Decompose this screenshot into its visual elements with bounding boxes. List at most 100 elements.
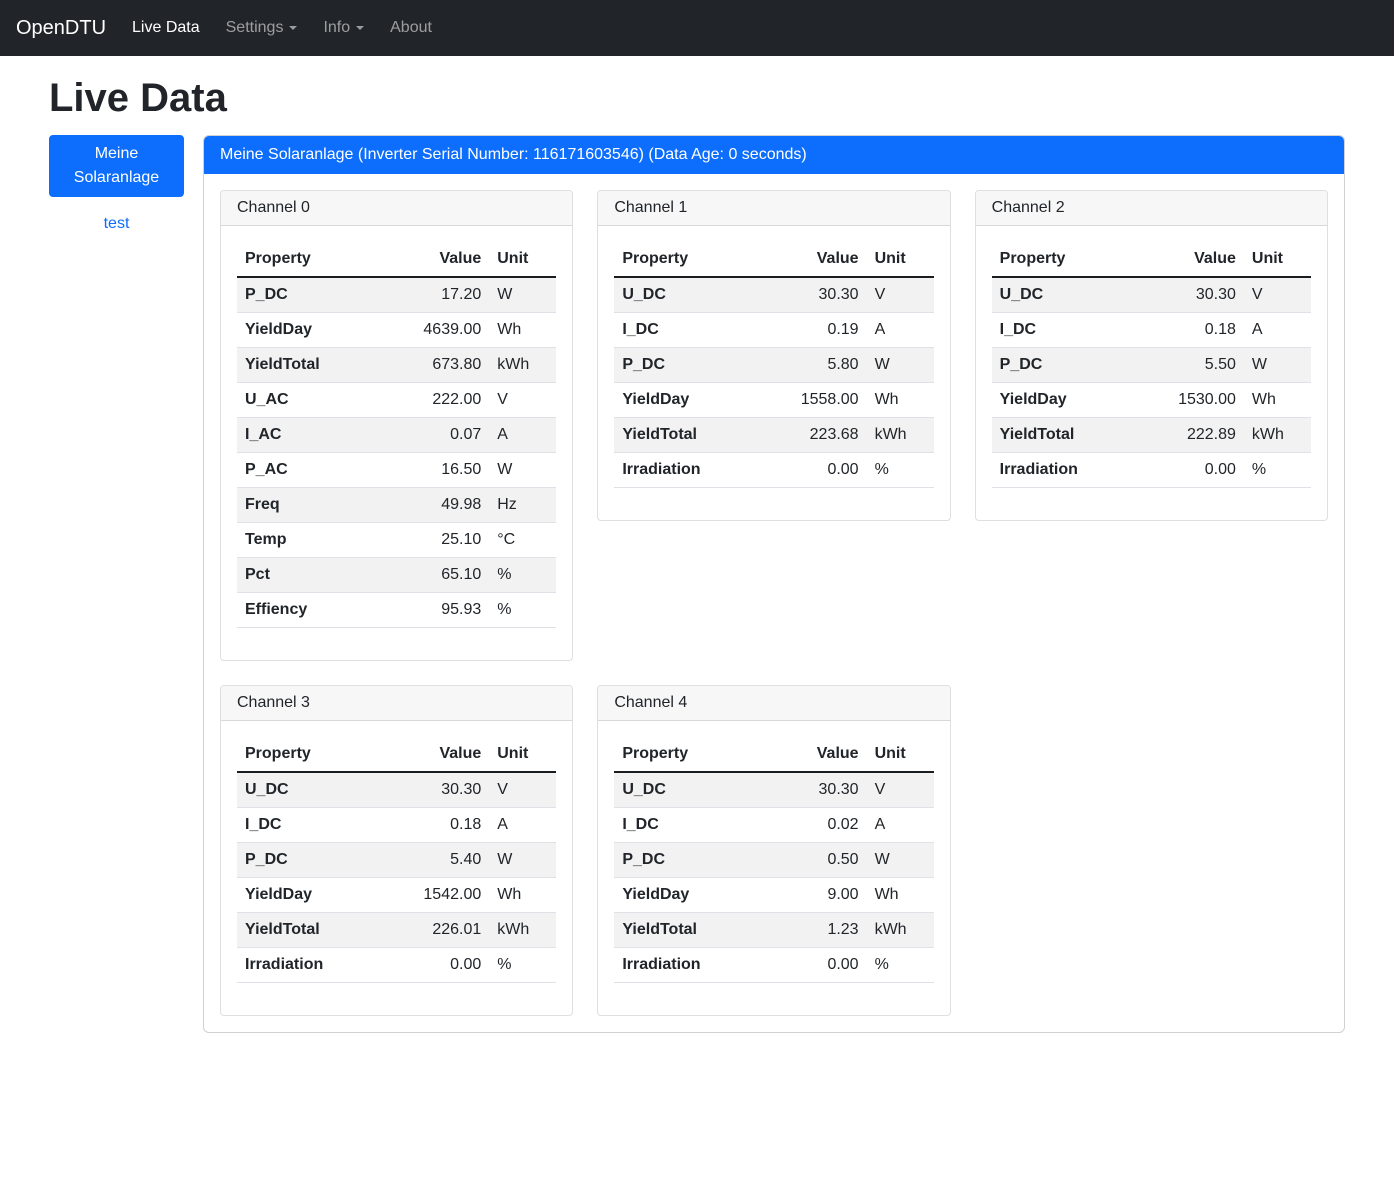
table-row: I_DC0.18A [237, 808, 556, 843]
property-value: 223.68 [755, 418, 867, 453]
table-row: Irradiation0.00% [614, 948, 933, 983]
inverter-select-button[interactable]: Meine Solaranlage [49, 135, 184, 197]
inverter-panel: Meine Solaranlage (Inverter Serial Numbe… [203, 135, 1345, 1033]
property-name: Pct [237, 558, 378, 593]
property-unit: W [867, 843, 934, 878]
table-row: I_AC0.07A [237, 418, 556, 453]
table-row: P_DC0.50W [614, 843, 933, 878]
property-name: I_DC [237, 808, 378, 843]
table-row: YieldTotal1.23kWh [614, 913, 933, 948]
nav-about[interactable]: About [382, 11, 440, 45]
property-unit: % [867, 948, 934, 983]
property-unit: A [867, 313, 934, 348]
property-value: 95.93 [378, 593, 490, 628]
navbar-menu: Live Data Settings Info About [124, 11, 450, 45]
property-name: U_AC [237, 383, 378, 418]
property-unit: V [867, 277, 934, 313]
table-row: YieldTotal673.80kWh [237, 348, 556, 383]
property-unit: kWh [489, 913, 556, 948]
table-row: Temp25.10°C [237, 523, 556, 558]
table-row: P_DC5.40W [237, 843, 556, 878]
property-value: 30.30 [755, 772, 867, 808]
property-value: 4639.00 [378, 313, 490, 348]
column-header-property: Property [237, 737, 378, 772]
property-name: P_DC [614, 348, 755, 383]
property-value: 0.02 [755, 808, 867, 843]
chevron-down-icon [356, 26, 364, 30]
property-unit: kWh [867, 418, 934, 453]
channels-grid: Channel 0 Property Value Unit [220, 190, 1328, 1016]
table-row: Irradiation0.00% [992, 453, 1311, 488]
property-name: Irradiation [614, 948, 755, 983]
property-name: YieldDay [614, 383, 755, 418]
property-name: Freq [237, 488, 378, 523]
nav-settings-dropdown[interactable]: Settings [218, 11, 306, 45]
property-unit: % [489, 593, 556, 628]
property-unit: Wh [867, 878, 934, 913]
property-unit: W [867, 348, 934, 383]
property-name: YieldDay [237, 878, 378, 913]
channel-table: Property Value Unit U_DC30.30V I_DC0.19A… [614, 242, 933, 488]
table-row: U_DC30.30V [237, 772, 556, 808]
property-value: 9.00 [755, 878, 867, 913]
property-unit: V [489, 383, 556, 418]
property-name: Temp [237, 523, 378, 558]
property-name: U_DC [237, 772, 378, 808]
property-unit: Hz [489, 488, 556, 523]
table-row: P_AC16.50W [237, 453, 556, 488]
channel-title: Channel 0 [221, 191, 572, 226]
property-value: 222.00 [378, 383, 490, 418]
nav-info-dropdown[interactable]: Info [315, 11, 372, 45]
property-unit: % [1244, 453, 1311, 488]
property-value: 30.30 [378, 772, 490, 808]
property-name: YieldDay [614, 878, 755, 913]
property-unit: °C [489, 523, 556, 558]
column-header-unit: Unit [867, 242, 934, 277]
property-name: YieldTotal [614, 418, 755, 453]
property-unit: V [489, 772, 556, 808]
property-name: P_DC [237, 277, 378, 313]
nav-live-data[interactable]: Live Data [124, 11, 208, 45]
property-name: P_DC [237, 843, 378, 878]
property-unit: Wh [867, 383, 934, 418]
property-value: 0.50 [755, 843, 867, 878]
property-unit: A [489, 808, 556, 843]
property-value: 65.10 [378, 558, 490, 593]
property-value: 5.40 [378, 843, 490, 878]
property-unit: W [489, 277, 556, 313]
property-unit: Wh [489, 878, 556, 913]
channel-title: Channel 2 [976, 191, 1327, 226]
table-row: U_AC222.00V [237, 383, 556, 418]
inverter-sidebar: Meine Solaranlage test [49, 135, 184, 233]
channel-card-1: Channel 1 Property Value Unit [597, 190, 950, 521]
channel-card-4: Channel 4 Property Value Unit [597, 685, 950, 1016]
property-value: 25.10 [378, 523, 490, 558]
property-value: 0.19 [755, 313, 867, 348]
channel-table: Property Value Unit U_DC30.30V I_DC0.18A… [992, 242, 1311, 488]
property-name: I_DC [614, 313, 755, 348]
property-value: 49.98 [378, 488, 490, 523]
property-name: P_AC [237, 453, 378, 488]
column-header-value: Value [755, 737, 867, 772]
channel-table: Property Value Unit P_DC17.20W YieldDay4… [237, 242, 556, 628]
table-row: Irradiation0.00% [237, 948, 556, 983]
channel-card-2: Channel 2 Property Value Unit [975, 190, 1328, 521]
property-value: 1542.00 [378, 878, 490, 913]
table-row: U_DC30.30V [992, 277, 1311, 313]
property-value: 0.00 [378, 948, 490, 983]
property-name: P_DC [992, 348, 1133, 383]
column-header-unit: Unit [1244, 242, 1311, 277]
channel-title: Channel 1 [598, 191, 949, 226]
property-value: 5.50 [1132, 348, 1244, 383]
property-value: 16.50 [378, 453, 490, 488]
channel-table: Property Value Unit U_DC30.30V I_DC0.02A… [614, 737, 933, 983]
brand-link[interactable]: OpenDTU [16, 17, 106, 40]
property-value: 1530.00 [1132, 383, 1244, 418]
property-value: 5.80 [755, 348, 867, 383]
table-row: I_DC0.18A [992, 313, 1311, 348]
property-value: 17.20 [378, 277, 490, 313]
inverter-link-test[interactable]: test [49, 215, 184, 233]
channel-card-3: Channel 3 Property Value Unit [220, 685, 573, 1016]
inverter-panel-body: Channel 0 Property Value Unit [204, 174, 1344, 1032]
property-value: 0.00 [755, 948, 867, 983]
